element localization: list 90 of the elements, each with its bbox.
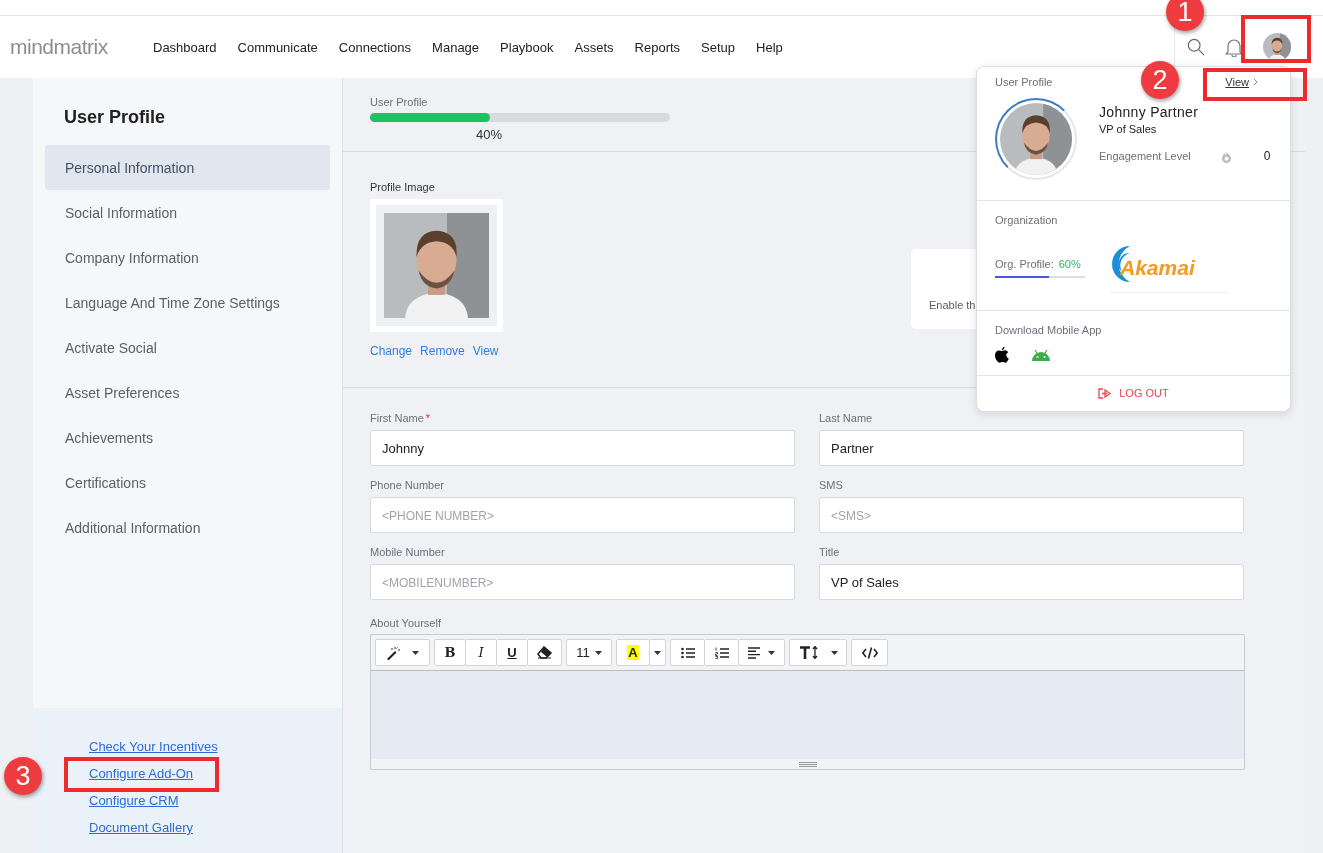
- avatar[interactable]: [1263, 33, 1291, 61]
- section-title: Organization: [995, 214, 1058, 226]
- nav-link[interactable]: Reports: [634, 39, 681, 55]
- sidebar-item[interactable]: Company Information: [45, 235, 330, 280]
- sidebar-item[interactable]: Personal Information: [45, 145, 330, 190]
- apple-icon[interactable]: [995, 347, 1009, 363]
- field-label: Last Name: [819, 412, 873, 424]
- progress-label: User Profile: [370, 96, 428, 108]
- image-link[interactable]: Remove: [420, 344, 465, 358]
- caret-icon: [654, 650, 661, 655]
- sidebar-title: User Profile: [64, 107, 167, 128]
- field-label: SMS: [819, 479, 843, 491]
- field-label: About Yourself: [370, 617, 441, 629]
- android-icon[interactable]: [1031, 349, 1051, 361]
- input-field[interactable]: Johnny: [370, 430, 795, 466]
- user-role: VP of Sales: [1099, 123, 1158, 135]
- search-icon[interactable]: [1187, 38, 1205, 56]
- progress-value: 40%: [476, 127, 503, 142]
- numbered-list-icon: [714, 646, 729, 659]
- sidebar-item[interactable]: Certifications: [45, 460, 330, 505]
- nav-link[interactable]: Connections: [338, 39, 412, 55]
- chevron-icon: [1253, 78, 1258, 86]
- link[interactable]: Configure Add-On: [89, 766, 194, 781]
- sidebar-item[interactable]: Asset Preferences: [45, 370, 330, 415]
- field-label: Profile Image: [370, 181, 436, 193]
- field-label: Mobile Number: [370, 546, 445, 558]
- code-icon: [861, 646, 878, 659]
- color-menu-button[interactable]: [649, 639, 666, 666]
- caret-icon: [768, 650, 775, 655]
- nav-link[interactable]: Communicate: [237, 39, 318, 55]
- sidebar-item[interactable]: Additional Information: [45, 505, 330, 550]
- italic-button[interactable]: I: [465, 639, 497, 666]
- text-color-button[interactable]: A: [616, 639, 650, 666]
- logout-icon: [1098, 387, 1112, 399]
- org-profile-label: Org. Profile:: [995, 257, 1054, 270]
- nav-link[interactable]: Setup: [701, 39, 736, 55]
- image-link[interactable]: View: [472, 344, 499, 358]
- link[interactable]: Check Your Incentives: [89, 739, 218, 754]
- resize-handle[interactable]: [798, 761, 817, 767]
- line-height-icon: [798, 646, 819, 659]
- sidebar-item[interactable]: Language And Time Zone Settings: [45, 280, 330, 325]
- input-field[interactable]: <PHONE NUMBER>: [370, 497, 795, 533]
- org-profile-value: 60%: [1058, 257, 1081, 270]
- clear-format-button[interactable]: [527, 639, 562, 666]
- font-size-button[interactable]: 11: [566, 639, 612, 666]
- text-editor[interactable]: B I U 11 A: [370, 634, 1245, 770]
- input-field[interactable]: <SMS>: [819, 497, 1244, 533]
- field-label: Title: [819, 546, 840, 558]
- bold-button[interactable]: B: [434, 639, 466, 666]
- sidebar-item[interactable]: Activate Social: [45, 325, 330, 370]
- nav-link[interactable]: Playbook: [500, 39, 554, 55]
- popup-title: User Profile: [995, 76, 1053, 88]
- logout-button[interactable]: LOG OUT: [1098, 387, 1169, 399]
- align-button[interactable]: [738, 639, 785, 666]
- caret-icon: [594, 650, 602, 655]
- link[interactable]: Document Gallery: [89, 820, 194, 835]
- nav-link[interactable]: Assets: [574, 39, 614, 55]
- underline-button[interactable]: U: [496, 639, 528, 666]
- nav-link[interactable]: Help: [756, 39, 783, 55]
- caret-icon: [412, 650, 419, 655]
- style-button[interactable]: [375, 639, 430, 666]
- section-title: Download Mobile App: [995, 324, 1102, 336]
- sidebar-item[interactable]: Social Information: [45, 190, 330, 235]
- bell-icon[interactable]: [1225, 37, 1243, 57]
- view-link[interactable]: View: [1225, 76, 1258, 88]
- nav-link[interactable]: Manage: [432, 39, 480, 55]
- input-field[interactable]: Partner: [819, 430, 1244, 466]
- caret-icon: [830, 650, 838, 655]
- link[interactable]: Configure CRM: [89, 793, 179, 808]
- flame-icon: [1220, 149, 1232, 163]
- sidebar-item[interactable]: Achievements: [45, 415, 330, 460]
- input-field[interactable]: <MOBILENUMBER>: [370, 564, 795, 600]
- align-left-icon: [748, 646, 760, 659]
- engagement-label: Engagement Level: [1099, 150, 1191, 162]
- magic-wand-icon: [386, 645, 400, 660]
- image-link[interactable]: Change: [370, 344, 413, 358]
- company-logo: Akamai: [1120, 256, 1195, 280]
- bullet-list-button[interactable]: [670, 639, 705, 666]
- line-height-button[interactable]: [789, 639, 847, 666]
- nav-link[interactable]: Dashboard: [153, 39, 217, 55]
- user-name: Johnny Partner: [1099, 104, 1200, 120]
- bullet-list-icon: [680, 646, 695, 659]
- eraser-icon: [537, 646, 552, 659]
- numbered-list-button[interactable]: [704, 639, 739, 666]
- field-label: First Name *: [370, 412, 431, 424]
- engagement-value: 0: [1263, 149, 1271, 163]
- field-label: Phone Number: [370, 479, 444, 491]
- input-field[interactable]: VP of Sales: [819, 564, 1244, 600]
- card-text: Enable th: [929, 299, 976, 311]
- code-view-button[interactable]: [851, 639, 888, 666]
